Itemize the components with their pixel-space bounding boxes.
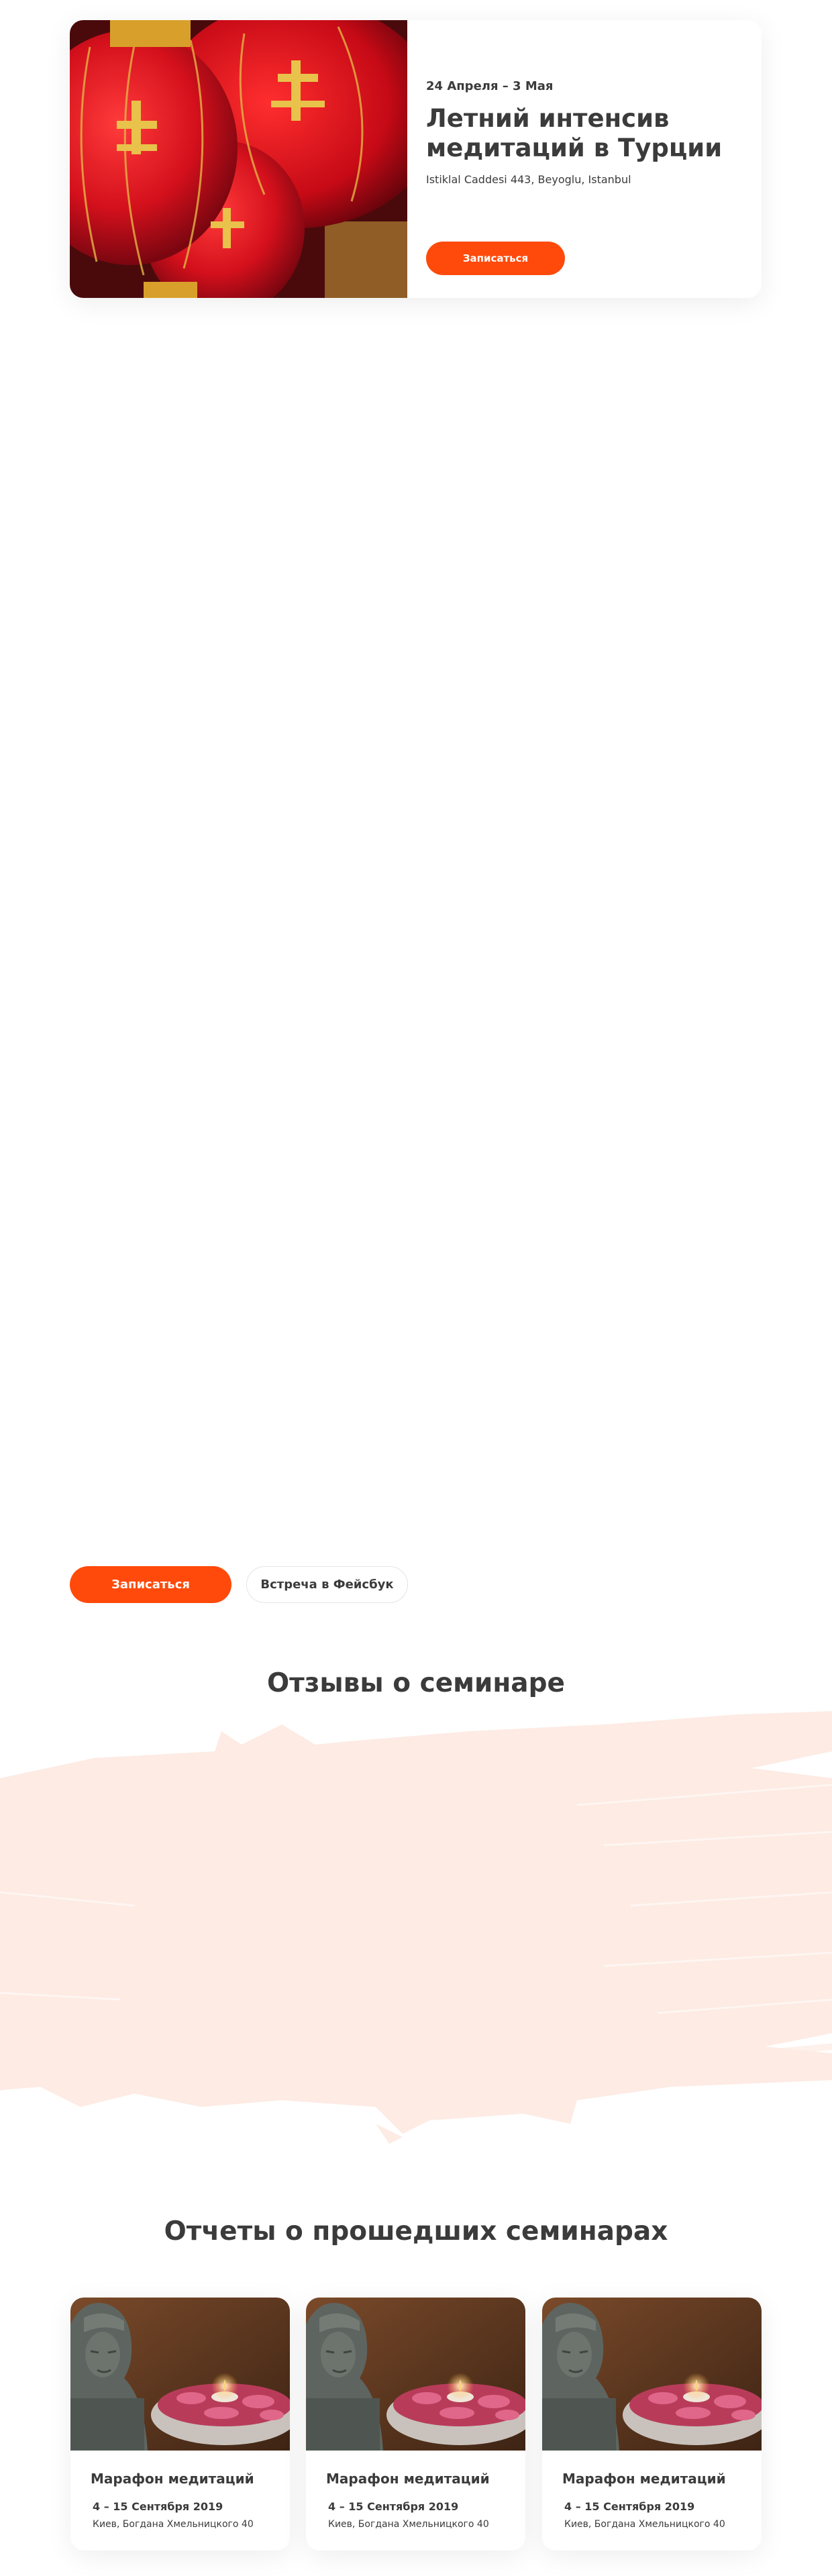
report-title: Марафон медитаций	[562, 2471, 726, 2487]
signup-button[interactable]: Записаться	[70, 1566, 231, 1603]
chinese-lanterns-photo-icon	[70, 20, 407, 298]
facebook-meeting-button[interactable]: Встреча в Фейсбук	[246, 1566, 408, 1603]
event-title: Летний интенсив медитаций в Турции	[426, 104, 723, 162]
buddha-candle-photo-icon	[306, 2298, 525, 2451]
report-title: Марафон медитаций	[91, 2471, 254, 2487]
report-image	[70, 2298, 290, 2451]
report-card[interactable]: Марафон медитаций 4 – 15 Сентября 2019 К…	[306, 2298, 525, 2551]
report-date: 4 – 15 Сентября 2019	[564, 2500, 695, 2513]
report-address: Киев, Богдана Хмельницкого 40	[328, 2519, 489, 2530]
event-card: 24 Апреля – 3 Мая Летний интенсив медита…	[70, 20, 762, 298]
event-date: 24 Апреля – 3 Мая	[426, 79, 554, 93]
event-image	[70, 20, 407, 298]
event-signup-button[interactable]: Записаться	[426, 242, 565, 275]
report-card[interactable]: Марафон медитаций 4 – 15 Сентября 2019 К…	[542, 2298, 762, 2551]
report-date: 4 – 15 Сентября 2019	[328, 2500, 459, 2513]
reviews-title: Отзывы о семинаре	[267, 1668, 565, 1698]
report-image	[306, 2298, 525, 2451]
report-address: Киев, Богдана Хмельницкого 40	[564, 2519, 725, 2530]
report-date: 4 – 15 Сентября 2019	[93, 2500, 223, 2513]
buddha-candle-photo-icon	[70, 2298, 290, 2451]
event-info: 24 Апреля – 3 Мая Летний интенсив медита…	[423, 20, 745, 298]
report-image	[542, 2298, 762, 2451]
report-title: Марафон медитаций	[326, 2471, 490, 2487]
report-address: Киев, Богдана Хмельницкого 40	[93, 2519, 254, 2530]
reports-title: Отчеты о прошедших семинарах	[164, 2216, 668, 2247]
buddha-candle-photo-icon	[542, 2298, 762, 2451]
event-address: Istiklal Caddesi 443, Beyoglu, Istanbul	[426, 173, 631, 186]
report-card[interactable]: Марафон медитаций 4 – 15 Сентября 2019 К…	[70, 2298, 290, 2551]
brush-stroke-background-icon	[0, 1711, 832, 2144]
